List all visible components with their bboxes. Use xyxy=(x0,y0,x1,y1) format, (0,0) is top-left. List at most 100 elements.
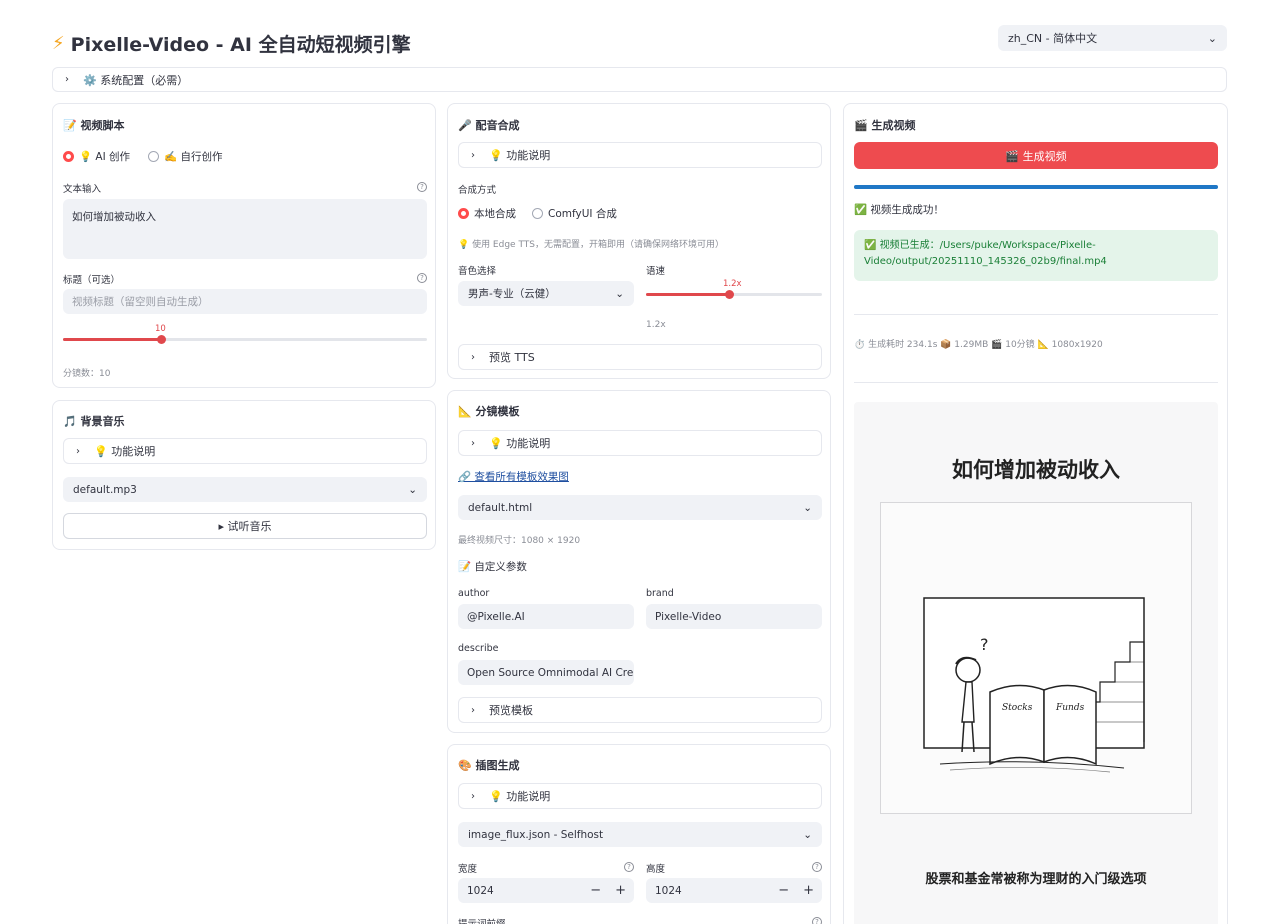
speed-slider-value: 1.2x xyxy=(723,279,742,289)
minus-icon[interactable]: − xyxy=(590,883,601,898)
custom-params-label: 📝 自定义参数 xyxy=(458,561,527,573)
plus-icon[interactable]: + xyxy=(803,883,814,898)
mode-self-option[interactable]: ✍️ 自行创作 xyxy=(148,149,222,164)
template-help-expander[interactable]: › 💡 功能说明 xyxy=(458,430,822,456)
video-size-caption: 最终视频尺寸：1080 × 1920 xyxy=(458,536,581,546)
svg-text:?: ? xyxy=(980,635,989,654)
page-title-text: Pixelle-Video - AI 全自动短视频引擎 xyxy=(70,34,411,56)
preview-caption: 股票和基金常被称为理财的入门级选项 xyxy=(925,872,1147,887)
bgm-panel-title: 🎵 背景音乐 xyxy=(63,415,125,428)
method-comfy-option[interactable]: ComfyUI 合成 xyxy=(532,206,617,221)
lightning-icon: ⚡ xyxy=(52,33,65,54)
bgm-help-label: 💡 功能说明 xyxy=(94,445,156,458)
height-stepper[interactable]: 1024 − + xyxy=(646,878,822,903)
preview-book-left: Stocks xyxy=(1002,703,1033,713)
width-stepper[interactable]: 1024 − + xyxy=(458,878,634,903)
scenes-slider-value: 10 xyxy=(155,324,166,334)
template-select[interactable]: default.html ⌄ xyxy=(458,495,822,520)
generate-video-button[interactable]: 🎬 生成视频 xyxy=(854,142,1218,169)
chevron-right-icon: › xyxy=(471,790,475,802)
generate-panel: 🎬 生成视频 🎬 生成视频 ✅ 视频生成成功！ ✅ 视频已生成：/Users/p… xyxy=(843,103,1228,924)
script-panel-title: 📝 视频脚本 xyxy=(63,119,125,132)
template-select-value: default.html xyxy=(468,501,533,514)
describe-label: describe xyxy=(458,643,499,654)
chevron-right-icon: › xyxy=(76,445,80,457)
tts-help-expander[interactable]: › 💡 功能说明 xyxy=(458,142,822,168)
text-input-label: 文本输入 xyxy=(63,184,102,195)
plus-icon[interactable]: + xyxy=(615,883,626,898)
scenes-slider-thumb[interactable] xyxy=(157,335,166,344)
radio-selected-icon xyxy=(458,208,469,219)
video-preview[interactable]: 如何增加被动收入 ? Stocks Funds 股票和基金常被称为理财的入门级选… xyxy=(854,402,1218,924)
voice-select[interactable]: 男声-专业（云健） ⌄ xyxy=(458,281,634,306)
language-select-value: zh_CN - 简体中文 xyxy=(1008,32,1098,45)
help-icon[interactable]: ? xyxy=(417,273,427,283)
prompt-prefix-label: 提示词前缀 xyxy=(458,916,506,924)
height-label: 高度 xyxy=(646,864,666,875)
width-label: 宽度 xyxy=(458,864,478,875)
tts-panel-title: 🎤 配音合成 xyxy=(458,119,520,132)
chevron-right-icon: › xyxy=(471,704,475,716)
progress-bar xyxy=(854,185,1218,189)
image-help-expander[interactable]: › 💡 功能说明 xyxy=(458,783,822,809)
help-icon[interactable]: ? xyxy=(624,862,634,872)
brand-input[interactable]: Pixelle-Video xyxy=(646,604,822,629)
bgm-panel: 🎵 背景音乐 › 💡 功能说明 default.mp3 ⌄ ▸ 试听音乐 xyxy=(52,400,436,550)
tts-method-radio-group: 本地合成 ComfyUI 合成 xyxy=(458,206,617,221)
minus-icon[interactable]: − xyxy=(778,883,789,898)
chevron-down-icon: ⌄ xyxy=(408,483,417,496)
system-config-expander[interactable]: › ⚙️ 系统配置（必需） xyxy=(52,67,1227,92)
radio-selected-icon xyxy=(63,151,74,162)
chevron-down-icon: ⌄ xyxy=(615,287,624,300)
help-icon[interactable]: ? xyxy=(812,917,822,924)
title-input-label: 标题（可选） xyxy=(63,275,121,286)
generation-stats: ⏱️ 生成耗时 234.1s 📦 1.29MB 🎬 10分镜 📐 1080x19… xyxy=(854,340,1103,350)
preview-illustration: ? Stocks Funds xyxy=(923,597,1145,773)
listen-music-button[interactable]: ▸ 试听音乐 xyxy=(63,513,427,539)
chevron-down-icon: ⌄ xyxy=(1207,31,1217,45)
view-templates-link[interactable]: 🔗 查看所有模板效果图 xyxy=(458,469,569,484)
scenes-slider-fill xyxy=(63,338,161,341)
speed-label: 语速 xyxy=(646,266,666,277)
script-panel: 📝 视频脚本 💡 AI 创作 ✍️ 自行创作 文本输入 ? 如何增加被动收入 标… xyxy=(52,103,436,388)
workflow-select[interactable]: image_flux.json - Selfhost ⌄ xyxy=(458,822,822,847)
author-input[interactable]: @Pixelle.AI xyxy=(458,604,634,629)
output-path-box: ✅ 视频已生成：/Users/puke/Workspace/Pixelle-Vi… xyxy=(854,230,1218,281)
brand-label: brand xyxy=(646,588,674,599)
bgm-select[interactable]: default.mp3 ⌄ xyxy=(63,477,427,502)
speed-slider-thumb[interactable] xyxy=(725,290,734,299)
voice-label: 音色选择 xyxy=(458,266,497,277)
method-comfy-label: ComfyUI 合成 xyxy=(548,208,617,220)
bgm-select-value: default.mp3 xyxy=(73,483,137,496)
image-help-label: 💡 功能说明 xyxy=(489,790,551,803)
describe-input[interactable]: Open Source Omnimodal AI Creative xyxy=(458,660,634,685)
chevron-down-icon: ⌄ xyxy=(803,501,812,514)
author-label: author xyxy=(458,588,490,599)
scenes-caption: 分镜数：10 xyxy=(63,369,111,379)
radio-unselected-icon xyxy=(148,151,160,162)
text-input-field[interactable]: 如何增加被动收入 xyxy=(63,199,427,259)
template-panel: 📐 分镜模板 › 💡 功能说明 🔗 查看所有模板效果图 default.html… xyxy=(447,390,831,733)
mode-ai-option[interactable]: 💡 AI 创作 xyxy=(63,149,130,164)
title-input-field[interactable]: 视频标题（留空则自动生成） xyxy=(63,289,427,314)
chevron-right-icon: › xyxy=(471,437,475,449)
speed-slider-fill xyxy=(646,293,729,296)
mode-ai-label: 💡 AI 创作 xyxy=(79,151,131,163)
preview-template-expander[interactable]: › 预览模板 xyxy=(458,697,822,723)
language-select[interactable]: zh_CN - 简体中文 ⌄ xyxy=(998,25,1227,51)
chevron-right-icon: › xyxy=(65,74,69,85)
divider xyxy=(854,382,1218,383)
scenes-slider[interactable]: 10 xyxy=(63,324,427,344)
method-local-option[interactable]: 本地合成 xyxy=(458,206,516,221)
radio-unselected-icon xyxy=(532,208,543,219)
voice-select-value: 男声-专业（云健） xyxy=(468,288,556,300)
template-help-label: 💡 功能说明 xyxy=(489,437,551,450)
speed-slider[interactable]: 1.2x xyxy=(646,279,822,299)
help-icon[interactable]: ? xyxy=(417,182,427,192)
image-panel-title: 🎨 插图生成 xyxy=(458,759,520,772)
preview-tts-expander[interactable]: › 预览 TTS xyxy=(458,344,822,370)
tts-info-text: 💡 使用 Edge TTS，无需配置，开箱即用（请确保网络环境可用） xyxy=(458,240,724,250)
help-icon[interactable]: ? xyxy=(812,862,822,872)
tts-help-label: 💡 功能说明 xyxy=(489,149,551,162)
bgm-help-expander[interactable]: › 💡 功能说明 xyxy=(63,438,427,464)
